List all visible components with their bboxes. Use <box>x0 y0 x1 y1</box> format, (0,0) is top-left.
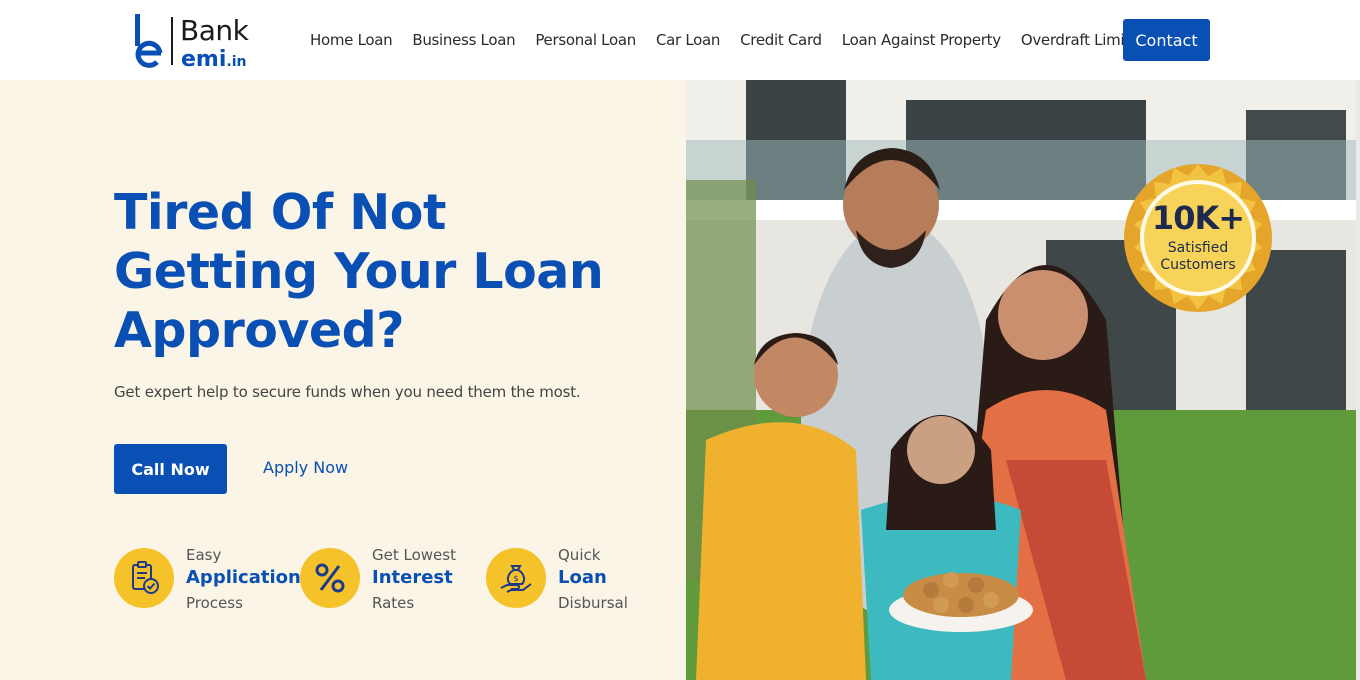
feature-line1: Easy <box>186 546 222 564</box>
nav-credit-card[interactable]: Credit Card <box>740 31 822 49</box>
badge-count: 10K+ <box>1151 199 1245 237</box>
money-bag-hand-icon: $ <box>486 548 546 608</box>
site-header: Bank emi.in Home Loan Business Loan Pers… <box>0 0 1360 80</box>
gold-seal-icon <box>1124 164 1272 312</box>
feature-lowest-interest: Get Lowest Interest Rates <box>300 546 480 616</box>
feature-line2: Interest <box>372 567 453 588</box>
nav-home-loan[interactable]: Home Loan <box>310 31 393 49</box>
nav-personal-loan[interactable]: Personal Loan <box>535 31 636 49</box>
apply-now-link[interactable]: Apply Now <box>263 458 348 477</box>
logo-domain: .in <box>226 54 247 70</box>
logo-emi-text: emi.in <box>181 47 246 72</box>
hero-subtitle: Get expert help to secure funds when you… <box>114 383 581 401</box>
call-now-button[interactable]: Call Now <box>114 444 227 494</box>
nav-loan-against-property[interactable]: Loan Against Property <box>842 31 1001 49</box>
nav-overdraft-limit[interactable]: Overdraft Limit <box>1021 31 1130 49</box>
logo-bank-text: Bank <box>180 14 249 47</box>
page-scrollbar[interactable] <box>1356 80 1360 680</box>
nav-business-loan[interactable]: Business Loan <box>412 31 515 49</box>
badge-line2: Customers <box>1160 257 1236 273</box>
percent-icon <box>300 548 360 608</box>
feature-line3: Rates <box>372 594 415 612</box>
feature-line1: Get Lowest <box>372 546 456 564</box>
logo-e-icon <box>135 14 163 68</box>
feature-line2: Application <box>186 567 301 588</box>
clipboard-check-icon <box>114 548 174 608</box>
logo-divider <box>171 17 173 65</box>
logo-emi-word: emi <box>181 47 227 72</box>
main-nav: Home Loan Business Loan Personal Loan Ca… <box>310 0 1150 80</box>
badge-line1: Satisfied <box>1167 240 1229 256</box>
contact-button[interactable]: Contact <box>1123 19 1210 61</box>
hero-section: Tired Of Not Getting Your Loan Approved?… <box>0 80 686 680</box>
feature-line1: Quick <box>558 546 601 564</box>
bankemi-logo[interactable]: Bank emi.in <box>133 14 273 72</box>
satisfied-customers-badge: 10K+ Satisfied Customers <box>1122 162 1274 314</box>
feature-quick-disbursal: $ Quick Loan Disbursal <box>486 546 666 616</box>
svg-text:$: $ <box>514 574 519 583</box>
feature-line3: Process <box>186 594 243 612</box>
feature-line3: Disbursal <box>558 594 628 612</box>
feature-easy-application: Easy Application Process <box>114 546 301 616</box>
nav-car-loan[interactable]: Car Loan <box>656 31 720 49</box>
hero-title: Tired Of Not Getting Your Loan Approved? <box>114 184 604 359</box>
feature-line2: Loan <box>558 567 607 588</box>
